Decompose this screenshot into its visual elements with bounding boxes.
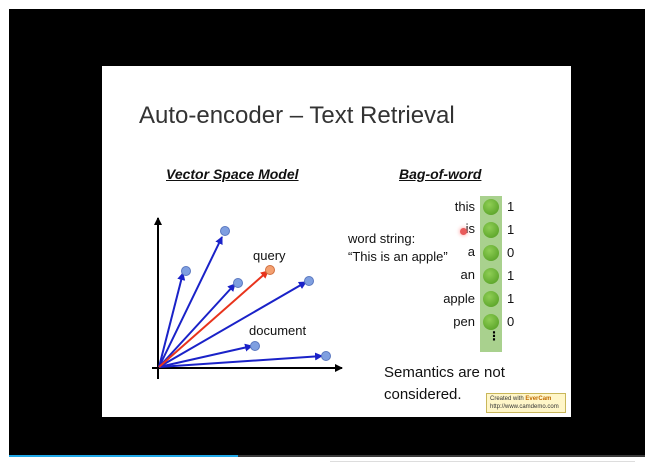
below-player-divider xyxy=(330,461,635,466)
bow-count: 1 xyxy=(507,268,515,283)
progress-fill xyxy=(9,455,238,457)
video-player[interactable]: Auto-encoder – Text Retrieval Vector Spa… xyxy=(9,9,645,455)
document-point xyxy=(220,226,230,236)
bow-node xyxy=(483,268,499,284)
semantics-line: Semantics are not xyxy=(384,364,505,381)
bow-word: is xyxy=(465,221,475,236)
bow-count: 1 xyxy=(507,291,515,306)
document-point xyxy=(250,341,260,351)
watermark-brand: EverCam xyxy=(525,396,552,402)
bow-word: an xyxy=(460,267,475,282)
evercam-watermark: Created with EverCam http://www.camdemo.… xyxy=(486,393,566,413)
document-point xyxy=(233,278,243,288)
progress-bar[interactable] xyxy=(9,455,645,457)
bow-node xyxy=(483,291,499,307)
word-string-label: word string: xyxy=(348,231,416,246)
laser-pointer-icon xyxy=(460,228,467,235)
bow-node xyxy=(483,245,499,261)
ellipsis-icon: ⋮ xyxy=(488,329,500,343)
document-point xyxy=(321,351,331,361)
document-vector xyxy=(158,236,223,368)
bow-count: 1 xyxy=(507,222,515,237)
bow-word: a xyxy=(467,244,475,259)
bow-word: this xyxy=(454,199,475,214)
presentation-slide: Auto-encoder – Text Retrieval Vector Spa… xyxy=(102,66,571,417)
watermark-url: http://www.camdemo.com xyxy=(490,404,559,410)
bow-node xyxy=(483,222,499,238)
bow-node xyxy=(483,199,499,215)
query-label: query xyxy=(253,248,286,263)
document-label: document xyxy=(249,323,307,338)
watermark-created: Created with xyxy=(490,396,524,402)
bow-count: 1 xyxy=(507,199,515,214)
query-point xyxy=(265,265,275,275)
document-point xyxy=(304,276,314,286)
bow-count: 0 xyxy=(507,314,515,329)
bow-count: 0 xyxy=(507,245,515,260)
bow-word: pen xyxy=(453,314,475,329)
bow-word: apple xyxy=(443,291,475,306)
bow-node xyxy=(483,314,499,330)
query-vector xyxy=(158,270,269,368)
document-point xyxy=(181,266,191,276)
word-string-example: “This is an apple” xyxy=(348,249,448,264)
